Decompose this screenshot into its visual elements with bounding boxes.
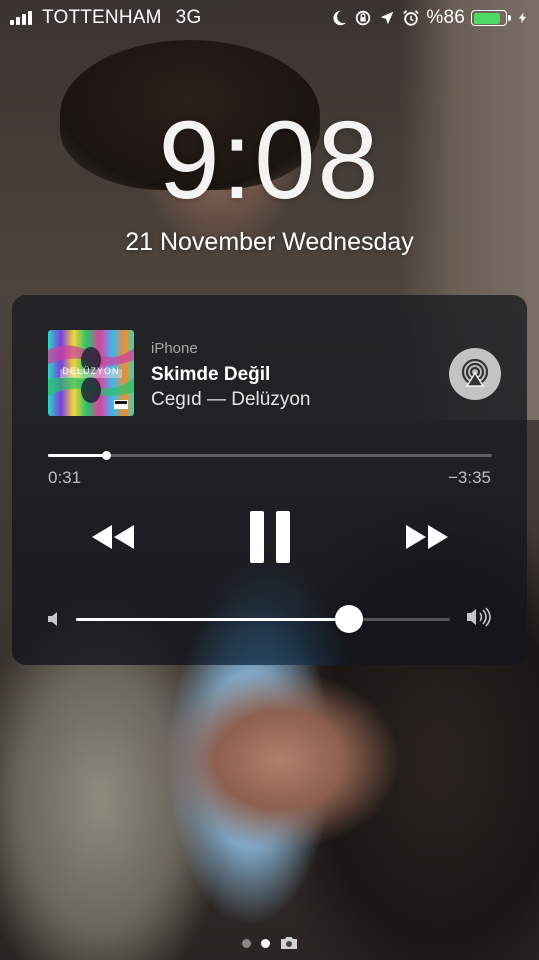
progress-slider[interactable] [48, 451, 492, 460]
remaining-time: −3:35 [447, 468, 491, 487]
progress-knob[interactable] [101, 451, 111, 460]
fast-forward-icon [406, 525, 448, 549]
page-indicator[interactable] [0, 936, 539, 950]
track-title: Skimde Değil [151, 364, 271, 385]
network-type: 3G [175, 7, 202, 28]
now-playing-card: DELÜZYON iPhone Skimde Değil Cegıd — Del… [12, 295, 527, 665]
rewind-icon [92, 525, 134, 549]
status-bar: TOTTENHAM 3G %86 [0, 0, 539, 36]
signal-strength-icon [10, 11, 32, 25]
playback-source: iPhone [151, 340, 198, 357]
volume-slider[interactable] [76, 605, 450, 633]
progress-fill [48, 454, 106, 457]
volume-low-icon [48, 612, 57, 626]
charging-bolt-icon [518, 12, 526, 24]
elapsed-time: 0:31 [48, 468, 82, 487]
track-artist-album: Cegıd — Delüzyon [151, 389, 311, 410]
location-arrow-icon [381, 11, 394, 25]
alarm-clock-icon [403, 10, 420, 26]
page-dot[interactable] [241, 938, 251, 948]
battery-percentage: %86 [426, 7, 465, 28]
pause-icon [250, 511, 290, 563]
moon-icon [333, 10, 347, 26]
page-dot-active[interactable] [260, 938, 270, 948]
next-track-button[interactable] [400, 510, 456, 564]
airplay-icon [461, 358, 489, 387]
camera-icon[interactable] [280, 936, 298, 950]
volume-fill [76, 618, 350, 621]
airplay-button[interactable] [449, 348, 501, 400]
battery-icon [471, 10, 511, 26]
volume-knob[interactable] [335, 605, 364, 633]
album-art[interactable]: DELÜZYON [48, 330, 134, 416]
album-art-text: DELÜZYON [62, 366, 120, 376]
carrier-name: TOTTENHAM [42, 7, 162, 28]
lock-screen-time: 9:08 [158, 99, 381, 222]
pause-button[interactable] [240, 510, 300, 564]
lock-screen-date: 21 November Wednesday [125, 228, 414, 256]
previous-track-button[interactable] [84, 510, 140, 564]
rotation-lock-icon [356, 10, 371, 26]
volume-high-icon [467, 607, 491, 627]
